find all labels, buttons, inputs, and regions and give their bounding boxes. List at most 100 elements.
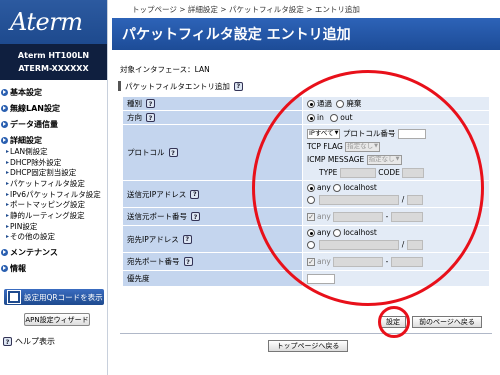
sidebar-item-dhcp-exclude[interactable]: ▸ DHCP除外設定 <box>0 157 107 168</box>
src-ip-any-radio[interactable] <box>307 184 315 192</box>
set-button[interactable]: 設定 <box>380 316 406 328</box>
triangle-icon: ▸ <box>6 158 10 166</box>
dst-ip-localhost-radio[interactable] <box>333 229 342 237</box>
src-port-label-text: 送信元ポート番号 <box>127 212 187 221</box>
nav-data-usage[interactable]: データ通信量 <box>1 118 107 130</box>
sidebar-item-label: ポートマッピング設定 <box>10 200 86 210</box>
direction-in-label: in <box>317 113 324 122</box>
help-icon[interactable]: ? <box>168 148 178 157</box>
icmp-select[interactable]: 指定なし ▼ <box>366 154 402 165</box>
triangle-icon: ▸ <box>6 211 10 219</box>
sidebar: Aterm Aterm HT100LN ATERM-XXXXXX 基本設定 無線… <box>0 0 108 375</box>
nav-basic[interactable]: 基本設定 <box>1 86 107 98</box>
apn-wizard-button[interactable]: APN設定ウィザード <box>24 313 90 326</box>
protocol-number-input[interactable] <box>397 128 426 139</box>
sidebar-item-label: LAN側設定 <box>10 146 48 156</box>
triangle-icon: ▸ <box>6 201 10 209</box>
nav-basic-label: 基本設定 <box>10 87 42 97</box>
back-button[interactable]: 前のページへ戻る <box>412 316 482 328</box>
dst-port-label: 宛先ポート番号? <box>122 252 303 271</box>
arrow-icon <box>1 120 8 128</box>
priority-value <box>302 270 490 287</box>
nav-advanced[interactable]: 詳細設定 <box>1 134 107 146</box>
help-icon[interactable]: ? <box>183 257 193 266</box>
direction-out-radio[interactable] <box>330 114 339 122</box>
kind-pass-radio[interactable] <box>307 100 315 108</box>
help-icon[interactable]: ? <box>146 99 155 108</box>
sidebar-item-static-routing[interactable]: ▸ 静的ルーティング設定 <box>0 210 107 221</box>
help-toggle[interactable]: ? ヘルプ表示 <box>3 336 55 347</box>
kind-label-text: 種別 <box>127 99 142 108</box>
device-name: ATERM-XXXXXX <box>18 64 89 73</box>
sidebar-item-other[interactable]: ▸ その他の設定 <box>0 232 107 243</box>
triangle-icon: ▸ <box>6 169 10 177</box>
dst-port-from-input[interactable] <box>333 256 384 267</box>
section-title-text: パケットフィルタエントリ追加 <box>125 81 230 91</box>
sidebar-item-dhcp-fixed[interactable]: ▸ DHCP固定割当設定 <box>0 167 107 178</box>
dst-ip-value: any localhost / <box>302 225 490 253</box>
nav-info-label: 情報 <box>10 263 26 273</box>
src-port-label: 送信元ポート番号? <box>122 207 303 226</box>
dst-ip-label: 宛先IPアドレス? <box>122 225 303 253</box>
dst-port-any-label: any <box>317 256 331 266</box>
help-icon[interactable]: ? <box>233 81 243 91</box>
kind-drop-label: 廃棄 <box>346 99 362 108</box>
protocol-number-label: プロトコル番号 <box>342 128 396 138</box>
tcp-flag-select[interactable]: 指定なし ▼ <box>345 141 381 152</box>
icmp-label: ICMP MESSAGE <box>307 154 365 164</box>
dst-port-any-checkbox[interactable]: ✓ <box>307 257 315 266</box>
src-port-from-input[interactable] <box>333 211 384 222</box>
sidebar-item-ipv6-filter[interactable]: ▸ IPv6パケットフィルタ設定 <box>0 189 107 200</box>
protocol-label-text: プロトコル <box>127 148 165 157</box>
dst-ip-input[interactable] <box>319 240 400 250</box>
priority-input[interactable] <box>307 273 335 284</box>
src-ip-custom-radio[interactable] <box>307 196 315 204</box>
kind-drop-radio[interactable] <box>336 100 345 108</box>
show-qr-label: 設定用QRコードを表示 <box>24 292 103 302</box>
sidebar-item-packet-filter[interactable]: ▸ パケットフィルタ設定 <box>0 178 107 189</box>
qr-code-icon <box>7 290 21 304</box>
src-ip-input[interactable] <box>319 195 400 205</box>
help-icon[interactable]: ? <box>146 113 155 122</box>
dst-ip-any-radio[interactable] <box>307 229 315 237</box>
show-qr-button[interactable]: 設定用QRコードを表示 <box>4 289 104 305</box>
nav-maintenance[interactable]: メンテナンス <box>1 246 107 258</box>
nav-wlan[interactable]: 無線LAN設定 <box>1 102 107 114</box>
triangle-icon: ▸ <box>6 222 10 230</box>
sidebar-item-label: 静的ルーティング設定 <box>10 210 85 220</box>
sidebar-nav: 基本設定 無線LAN設定 データ通信量 詳細設定 ▸ LAN側設定 ▸ DHCP除外… <box>0 80 107 274</box>
top-page-button[interactable]: トップページへ戻る <box>268 340 348 352</box>
target-interface: 対象インタフェース：LAN <box>120 65 210 74</box>
sidebar-item-port-mapping[interactable]: ▸ ポートマッピング設定 <box>0 199 107 210</box>
protocol-select[interactable]: IPすべて ▼ <box>307 128 341 139</box>
kind-value: 通過 廃棄 <box>302 96 490 111</box>
src-port-any-checkbox[interactable]: ✓ <box>307 212 315 221</box>
help-icon[interactable]: ? <box>190 189 200 199</box>
dst-ip-custom-radio[interactable] <box>307 241 315 249</box>
divider <box>120 333 492 334</box>
src-port-value: ✓ any - <box>302 207 490 226</box>
src-ip-value: any localhost / <box>302 180 490 208</box>
dst-port-to-input[interactable] <box>390 256 423 267</box>
src-port-to-input[interactable] <box>390 211 423 222</box>
direction-in-radio[interactable] <box>307 114 315 122</box>
section-title: パケットフィルタエントリ追加? <box>118 81 243 91</box>
src-ip-mask-input[interactable] <box>406 195 423 205</box>
protocol-value: IPすべて ▼ プロトコル番号 TCP FLAG 指定なし ▼ ICMP MESSA… <box>302 124 490 181</box>
type-input[interactable] <box>339 167 376 178</box>
help-icon[interactable]: ? <box>182 234 192 244</box>
src-ip-label-text: 送信元IPアドレス <box>127 189 187 199</box>
help-icon[interactable]: ? <box>191 212 200 221</box>
arrow-icon <box>1 136 8 144</box>
dst-ip-mask-input[interactable] <box>406 240 423 250</box>
sidebar-item-label: パケットフィルタ設定 <box>10 178 85 188</box>
code-input[interactable] <box>402 167 425 178</box>
triangle-icon: ▸ <box>6 147 10 155</box>
nav-info[interactable]: 情報 <box>1 262 107 274</box>
src-ip-localhost-radio[interactable] <box>333 184 342 192</box>
triangle-icon: ▸ <box>6 190 10 198</box>
sidebar-item-pin[interactable]: ▸ PIN設定 <box>0 221 107 232</box>
dst-ip-any-label: any <box>317 228 331 237</box>
sidebar-item-lan[interactable]: ▸ LAN側設定 <box>0 146 107 157</box>
direction-out-label: out <box>340 113 353 122</box>
